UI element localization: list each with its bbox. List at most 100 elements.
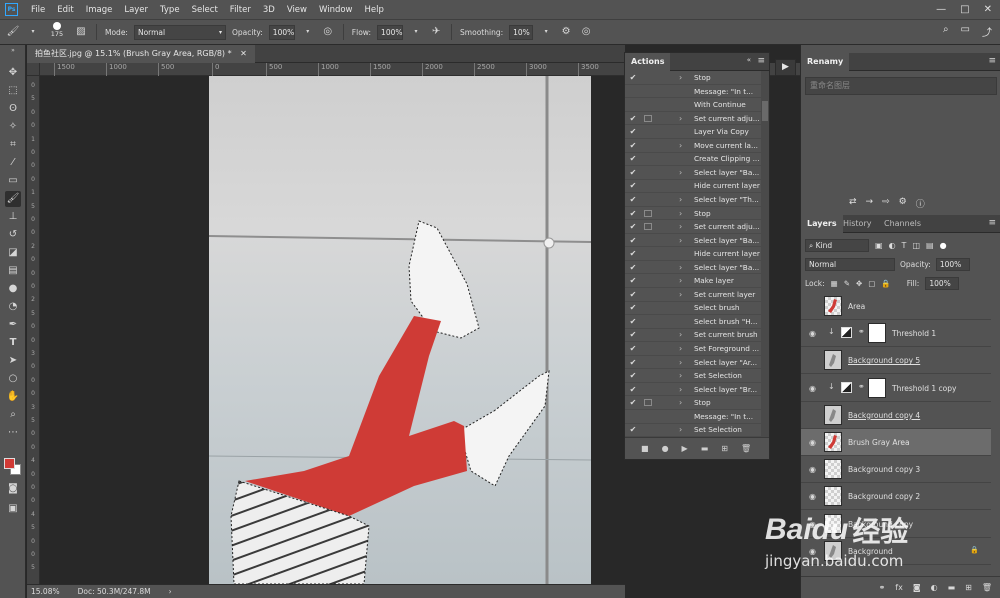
- menu-view[interactable]: View: [281, 5, 313, 15]
- action-row[interactable]: ✔ Select brush: [625, 301, 761, 316]
- collapse-toolbar-icon[interactable]: »: [5, 47, 21, 55]
- action-row[interactable]: ✔ › Select layer "Ba...: [625, 234, 761, 248]
- document-image[interactable]: [208, 76, 592, 584]
- pressure-opacity-icon[interactable]: ◎: [321, 25, 335, 39]
- filter-kind-select[interactable]: ⌕ Kind: [805, 238, 869, 252]
- action-row[interactable]: ✔ Select brush "H...: [625, 315, 761, 329]
- layer-thumbnail[interactable]: [824, 350, 842, 371]
- checkmark-icon[interactable]: ✔: [629, 71, 637, 85]
- layer-thumbnail[interactable]: [824, 459, 842, 480]
- chevron-right-icon[interactable]: ›: [679, 423, 682, 437]
- gear-icon[interactable]: ⚙: [899, 197, 907, 211]
- action-row[interactable]: ✔ › Stop: [625, 207, 761, 221]
- chevron-right-icon[interactable]: ›: [679, 396, 682, 410]
- chevron-right-icon[interactable]: ›: [679, 328, 682, 342]
- chevron-right-icon[interactable]: ›: [679, 342, 682, 356]
- checkmark-icon[interactable]: ✔: [629, 207, 637, 221]
- layer-row[interactable]: ◉ Background copy 3: [801, 456, 991, 484]
- visibility-eye-icon[interactable]: ◉: [808, 492, 817, 501]
- action-row[interactable]: ✔ › Set current layer: [625, 288, 761, 302]
- blend-mode-select[interactable]: Normal: [805, 257, 895, 271]
- chevron-down-icon[interactable]: ▾: [409, 25, 423, 39]
- checkmark-icon[interactable]: ✔: [629, 234, 637, 248]
- action-row[interactable]: ✔ › Set current brush: [625, 328, 761, 343]
- record-icon[interactable]: ●: [662, 444, 669, 453]
- screen-mode-icon[interactable]: ▣: [5, 501, 21, 517]
- chevron-right-icon[interactable]: ›: [679, 71, 682, 85]
- checkmark-icon[interactable]: ✔: [629, 423, 637, 437]
- chevron-right-icon[interactable]: ›: [679, 166, 682, 180]
- brush-tool-icon[interactable]: 🖌: [5, 191, 21, 207]
- menu-select[interactable]: Select: [186, 5, 224, 15]
- vertical-ruler[interactable]: 0 5 0 0 1 0 0 0 1 5 0 0 2 0 0 0 2 5 0 0 3 0 0 0 3 5 0 0 4 0 0 0 4 5 0 0 5: [27, 76, 40, 584]
- chevron-right-icon[interactable]: ›: [679, 112, 682, 126]
- move-tool-icon[interactable]: ✥: [5, 65, 21, 81]
- action-row[interactable]: ✔ › Select layer "Th...: [625, 193, 761, 207]
- layer-mask-thumbnail[interactable]: [868, 377, 886, 398]
- search-icon[interactable]: ⌕: [943, 24, 949, 39]
- layer-row[interactable]: Area: [801, 293, 991, 320]
- document-tab[interactable]: 拍鱼社区.jpg @ 15.1% (Brush Gray Area, RGB/8…: [27, 45, 255, 63]
- layer-row[interactable]: Background copy 5: [801, 347, 991, 375]
- checkmark-icon[interactable]: ✔: [629, 112, 637, 126]
- menu-layer[interactable]: Layer: [118, 5, 154, 15]
- adjustment-filter-icon[interactable]: ◐: [889, 241, 896, 250]
- visibility-eye-icon[interactable]: ◉: [808, 384, 817, 393]
- layer-thumbnail[interactable]: [824, 432, 842, 452]
- renamy-tab[interactable]: Renamy: [801, 53, 850, 71]
- rename-input[interactable]: 重命名图层: [805, 77, 997, 95]
- chevron-right-icon[interactable]: ›: [679, 261, 682, 275]
- tab-channels[interactable]: Channels: [878, 215, 927, 233]
- chevron-right-icon[interactable]: ›: [679, 383, 682, 397]
- menu-window[interactable]: Window: [313, 5, 359, 15]
- action-row[interactable]: ✔ › Set Selection: [625, 423, 761, 437]
- action-row[interactable]: ✔ › Set Selection: [625, 369, 761, 383]
- checkmark-icon[interactable]: ✔: [629, 274, 637, 288]
- menu-file[interactable]: File: [25, 5, 51, 15]
- actions-scrollbar[interactable]: [761, 71, 769, 437]
- action-row[interactable]: Message: "In t...: [625, 85, 761, 99]
- chevron-down-icon[interactable]: ▾: [301, 25, 315, 39]
- action-row[interactable]: ✔ Hide current layer: [625, 247, 761, 261]
- type-filter-icon[interactable]: T: [902, 241, 907, 250]
- crop-tool-icon[interactable]: ⌗: [5, 137, 21, 153]
- visibility-eye-icon[interactable]: [808, 302, 817, 311]
- action-row[interactable]: ✔ Layer Via Copy: [625, 125, 761, 139]
- minimize-button[interactable]: —: [936, 4, 946, 15]
- action-row[interactable]: ✔ › Select layer "Br...: [625, 383, 761, 397]
- dialog-toggle-icon[interactable]: [644, 114, 652, 122]
- arrow-right-icon[interactable]: →: [866, 197, 874, 211]
- checkmark-icon[interactable]: ✔: [629, 288, 637, 302]
- action-row[interactable]: ✔ › Select layer "Ba...: [625, 166, 761, 180]
- checkmark-icon[interactable]: ✔: [629, 261, 637, 275]
- action-row[interactable]: Message: "In t...: [625, 410, 761, 424]
- filter-toggle-icon[interactable]: ●: [940, 241, 947, 250]
- eraser-tool-icon[interactable]: ◪: [5, 245, 21, 261]
- visibility-eye-icon[interactable]: [808, 411, 817, 420]
- play-button[interactable]: ▶: [775, 59, 796, 76]
- visibility-eye-icon[interactable]: ◉: [808, 329, 817, 338]
- play-icon[interactable]: ▶: [682, 444, 688, 453]
- chevron-right-icon[interactable]: ›: [679, 139, 682, 153]
- fill-input[interactable]: 100%: [925, 276, 960, 290]
- action-row[interactable]: ✔ › Set current adju...: [625, 220, 761, 234]
- link-icon[interactable]: ⚭: [858, 327, 865, 336]
- lock-artboard-icon[interactable]: ▢: [868, 279, 875, 288]
- checkmark-icon[interactable]: ✔: [629, 179, 637, 193]
- checkmark-icon[interactable]: ✔: [629, 247, 637, 261]
- dodge-tool-icon[interactable]: ◔: [5, 299, 21, 315]
- layer-opacity-input[interactable]: 100%: [935, 257, 970, 271]
- chevron-right-icon[interactable]: ›: [679, 220, 682, 234]
- new-set-icon[interactable]: ▬: [701, 444, 709, 453]
- layer-name[interactable]: Background copy 2: [848, 483, 920, 510]
- action-row[interactable]: With Continue: [625, 98, 761, 112]
- action-row[interactable]: ✔ › Stop: [625, 396, 761, 410]
- zoom-tool-icon[interactable]: ⌕: [5, 407, 21, 423]
- new-action-icon[interactable]: ⊞: [721, 444, 728, 453]
- close-tab-icon[interactable]: ✕: [240, 49, 247, 58]
- checkmark-icon[interactable]: ✔: [629, 193, 637, 207]
- eyedropper-tool-icon[interactable]: ⁄: [5, 155, 21, 171]
- chevron-right-icon[interactable]: ›: [679, 234, 682, 248]
- rename-icon[interactable]: ⇄: [849, 197, 857, 211]
- action-row[interactable]: ✔ › Select layer "Ar...: [625, 356, 761, 370]
